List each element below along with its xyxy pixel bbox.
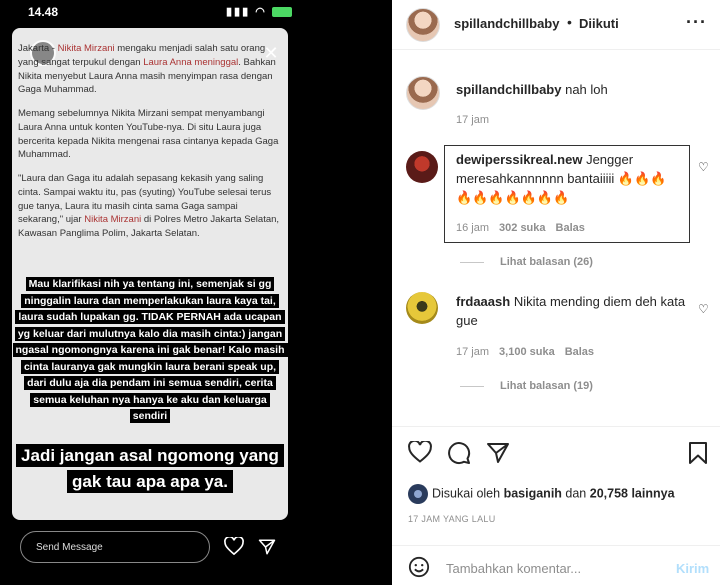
post-comment-button[interactable]: Kirim: [676, 561, 709, 576]
comment-likes[interactable]: 302 suka: [499, 222, 545, 234]
avatar[interactable]: [406, 292, 438, 324]
battery-icon: [271, 7, 292, 18]
heart-icon[interactable]: ♡: [698, 302, 709, 316]
more-icon[interactable]: ···: [686, 12, 707, 33]
smile-icon[interactable]: [408, 556, 430, 583]
comment-username[interactable]: frdaaash: [456, 294, 510, 309]
avatar[interactable]: [408, 484, 428, 504]
article-paragraph: Jakarta - Nikita Mirzani mengaku menjadi…: [18, 43, 276, 96]
caption-time: 17 jam: [456, 114, 490, 126]
bookmark-icon[interactable]: [688, 441, 708, 470]
follow-status-button[interactable]: Diikuti: [579, 16, 619, 31]
story-viewer: 14.48 ▮▮▮ ◠ ✕ Jakarta - Nikita Mirzani m…: [0, 0, 392, 585]
post-time: 17 JAM YANG LALU: [408, 514, 496, 524]
caption-text: nah loh: [565, 82, 608, 97]
caption: spillandchillbaby nah loh: [456, 80, 608, 99]
avatar[interactable]: [406, 76, 440, 110]
view-replies-button[interactable]: Lihat balasan (26): [460, 256, 593, 268]
post-panel: spillandchillbaby • Diikuti ··· spilland…: [392, 0, 720, 585]
reply-button[interactable]: Balas: [565, 346, 594, 358]
heart-icon[interactable]: ♡: [698, 160, 709, 174]
story-highlight-caption: Jadi jangan asal ngomong yang gak tau ap…: [12, 443, 288, 495]
separator-dot: •: [567, 14, 572, 30]
comment-username[interactable]: dewiperssikreal.new: [456, 152, 582, 167]
avatar[interactable]: [406, 8, 440, 42]
likes-count[interactable]: 20,758 lainnya: [590, 486, 675, 500]
add-comment-input[interactable]: Tambahkan komentar...: [446, 561, 581, 576]
comment-meta: 16 jam 302 suka Balas: [456, 222, 585, 234]
status-time: 14.48: [28, 5, 59, 19]
story-highlight-text: Mau klarifikasi nih ya tentang ini, seme…: [12, 276, 288, 425]
heart-icon[interactable]: [224, 535, 244, 560]
story-frame[interactable]: ✕ Jakarta - Nikita Mirzani mengaku menja…: [12, 28, 288, 520]
comment-text: dewiperssikreal.new Jengger meresahkannn…: [456, 152, 667, 205]
send-message-input[interactable]: Send Message: [20, 531, 210, 563]
view-replies-button[interactable]: Lihat balasan (19): [460, 380, 593, 392]
comment-text: frdaaash Nikita mending diem deh kata gu…: [456, 294, 686, 328]
caption-username[interactable]: spillandchillbaby: [456, 82, 561, 97]
status-bar: 14.48 ▮▮▮ ◠: [0, 0, 300, 26]
status-icons: ▮▮▮ ◠: [226, 5, 292, 18]
article-paragraph: "Laura dan Gaga itu adalah sepasang keka…: [18, 173, 280, 240]
post-username[interactable]: spillandchillbaby: [454, 16, 559, 31]
action-bar: [392, 426, 720, 478]
story-article-text: Jakarta - Nikita Mirzani mengaku menjadi…: [18, 42, 282, 251]
comment-meta: 17 jam 3,100 suka Balas: [456, 346, 594, 358]
avatar[interactable]: [406, 151, 438, 183]
comment-icon[interactable]: [447, 441, 471, 470]
article-paragraph: Memang sebelumnya Nikita Mirzani sempat …: [18, 108, 279, 161]
heart-icon[interactable]: [408, 439, 432, 468]
liked-by-user[interactable]: basiganih: [504, 486, 562, 500]
comment-time: 17 jam: [456, 346, 490, 358]
send-icon[interactable]: [258, 538, 276, 561]
share-icon[interactable]: [486, 441, 510, 470]
liked-by: Disukai oleh basiganih dan 20,758 lainny…: [408, 484, 675, 504]
post-header: spillandchillbaby • Diikuti ···: [392, 0, 720, 50]
comment-time: 16 jam: [456, 222, 490, 234]
add-comment-bar: Tambahkan komentar... Kirim: [392, 545, 720, 585]
comment-likes[interactable]: 3,100 suka: [499, 346, 555, 358]
reply-button[interactable]: Balas: [556, 222, 585, 234]
